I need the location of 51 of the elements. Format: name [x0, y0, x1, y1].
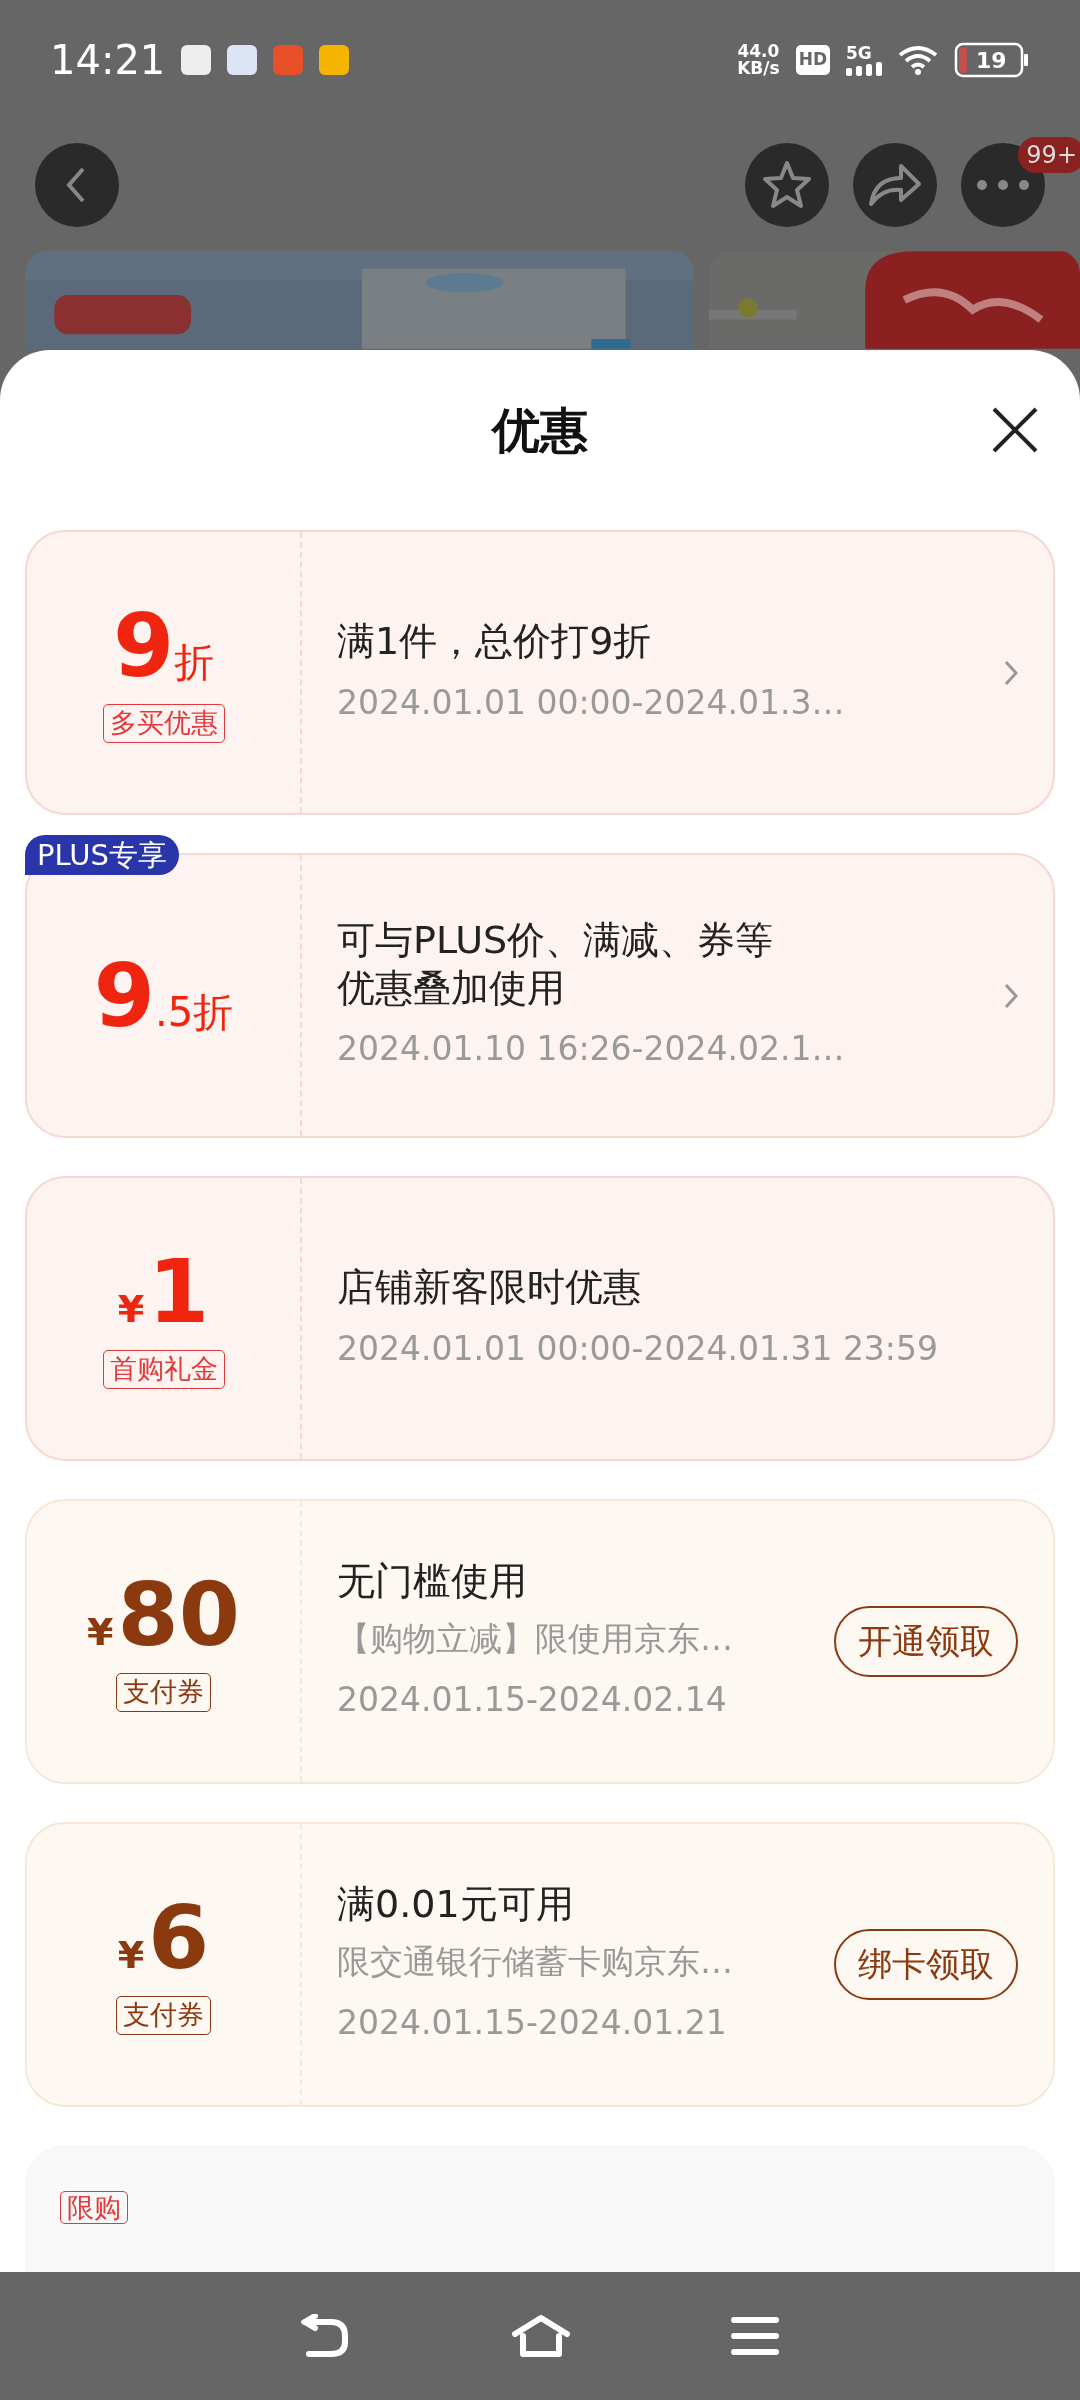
battery-icon [954, 42, 1030, 78]
coupon-tag: 多买优惠 [102, 704, 225, 743]
home-icon[interactable] [511, 2314, 571, 2358]
limit-tag: 限购 [60, 2191, 128, 2224]
share-icon [867, 162, 923, 208]
claim-button[interactable]: 绑卡领取 [834, 1929, 1018, 2000]
app-notification-icon [273, 45, 304, 75]
validity-period: 2024.01.01 00:00-2024.01.31 23:59 [337, 1327, 939, 1370]
close-icon [990, 405, 1040, 455]
coupon-card[interactable]: ¥1 首购礼金 店铺新客限时优惠 2024.01.01 00:00-2024.01.31 23:59 [25, 1176, 1055, 1461]
signal-icon [846, 61, 882, 76]
notification-badge: 99+ [1018, 137, 1080, 173]
coupon-description: 限交通银行储蓄卡购京东… [337, 1940, 734, 1983]
app-notification-icon [227, 45, 258, 75]
claim-button[interactable]: 开通领取 [834, 1606, 1018, 1677]
coupon-tag: 首购礼金 [102, 1350, 225, 1389]
coupon-card[interactable]: ¥6 支付券 满0.01元可用 限交通银行储蓄卡购京东… 2024.01.15-2024.01.21 绑卡领取 [25, 1822, 1055, 2107]
coupon-tag: 支付券 [116, 1673, 211, 1712]
wifi-icon [898, 45, 938, 75]
close-button[interactable] [990, 405, 1040, 455]
network-type: 5G [846, 44, 872, 62]
coupon-amount: ¥1 [117, 1248, 210, 1337]
coupon-description: 【购物立减】限使用京东… [337, 1617, 734, 1660]
network-speed: 44.0 [737, 43, 780, 60]
app-notification-icon [181, 45, 212, 75]
hd-indicator: HD [795, 45, 830, 75]
coupon-amount: ¥80 [87, 1571, 240, 1660]
app-notification-icon [319, 45, 350, 75]
speed-unit: KB/s [737, 60, 780, 77]
coupon-title: 可与PLUS价、满减、券等优惠叠加使用 [337, 917, 775, 1012]
battery-level-text: 19 [976, 46, 1007, 75]
clock-time: 14:21 [50, 36, 166, 85]
validity-period: 2024.01.10 16:26-2024.02.1… [337, 1028, 846, 1071]
coupon-amount: ¥6 [117, 1894, 210, 1983]
coupon-card[interactable]: ¥80 支付券 无门槛使用 【购物立减】限使用京东… 2024.01.15-2024.02.14 开通领取 [25, 1499, 1055, 1784]
coupon-title: 满0.01元可用 [337, 1881, 575, 1929]
coupon-title: 满1件，总价打9折 [337, 618, 653, 665]
validity-period: 2024.01.15-2024.01.21 [337, 2002, 728, 2045]
coupon-amount: 9折 [112, 602, 215, 691]
sheet-title: 优惠 [492, 401, 588, 460]
menu-icon[interactable] [731, 2316, 779, 2356]
coupon-tag: 支付券 [116, 1996, 211, 2035]
coupon-amount: 9.5折 [93, 951, 234, 1040]
coupon-card[interactable]: 9折 多买优惠 满1件，总价打9折 2024.01.01 00:00-2024.01.3… [25, 530, 1055, 815]
coupon-title: 店铺新客限时优惠 [337, 1264, 642, 1311]
validity-period: 2024.01.01 00:00-2024.01.3… [337, 681, 846, 724]
plus-label: PLUS专享 [25, 835, 179, 876]
back-nav-icon[interactable] [301, 2314, 351, 2358]
more-icon [976, 179, 1030, 191]
validity-period: 2024.01.15-2024.02.14 [337, 1679, 728, 1722]
coupon-title: 无门槛使用 [337, 1558, 528, 1606]
